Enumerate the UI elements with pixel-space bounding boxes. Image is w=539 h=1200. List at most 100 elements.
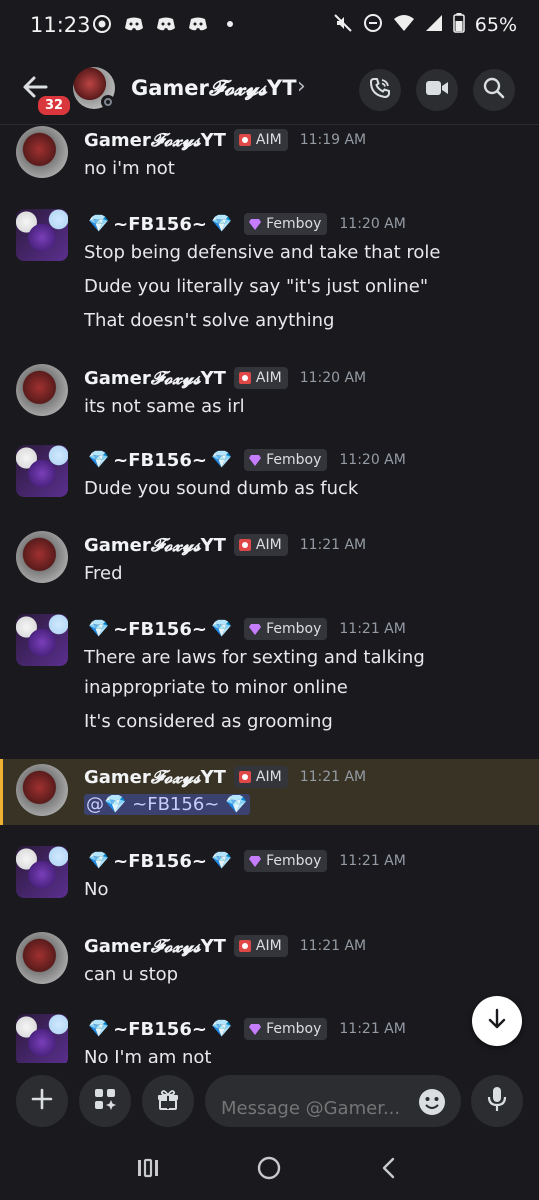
avatar[interactable]	[16, 614, 68, 666]
chevron-right-icon[interactable]: ›	[297, 74, 306, 99]
username[interactable]: Gamer𝓕𝓸𝔁𝔂𝓼YT	[84, 368, 226, 389]
role-tag[interactable]: Femboy	[244, 850, 328, 872]
message[interactable]: 💎 ~FB156~ 💎 Femboy 11:21 AM No I'm am no…	[0, 1014, 539, 1063]
role-tag[interactable]: AIM	[233, 935, 288, 957]
gem-icon: 💎	[88, 450, 110, 470]
message-text: That doesn't solve anything	[84, 310, 335, 331]
signal-icon	[425, 14, 443, 36]
avatar[interactable]	[16, 932, 68, 984]
gem-icon: 💎	[210, 851, 233, 871]
recents-icon	[136, 1157, 160, 1183]
channel-title[interactable]: Gamer𝓕𝓸𝔁𝔂𝓼YT	[131, 76, 297, 101]
username[interactable]: ~FB156~	[113, 450, 207, 471]
username[interactable]: ~FB156~	[113, 851, 207, 872]
message[interactable]: Gamer𝓕𝓸𝔁𝔂𝓼YT AIM 11:20 AM its not same a…	[0, 363, 539, 445]
message-header: Gamer𝓕𝓸𝔁𝔂𝓼YT AIM 11:20 AM	[84, 367, 366, 389]
voice-message-button[interactable]	[471, 1075, 523, 1127]
role-tag[interactable]: Femboy	[244, 213, 328, 235]
avatar[interactable]	[16, 846, 68, 898]
arrow-down-icon	[485, 1007, 509, 1035]
message[interactable]: Gamer𝓕𝓸𝔁𝔂𝓼YT AIM 11:21 AM can u stop	[0, 931, 539, 1015]
home-button[interactable]	[254, 1155, 284, 1185]
message[interactable]: 💎 ~FB156~ 💎 Femboy 11:20 AM Dude you sou…	[0, 445, 539, 529]
avatar[interactable]	[16, 126, 68, 178]
jump-to-bottom-button[interactable]	[472, 996, 522, 1046]
message-list[interactable]: Gamer𝓕𝓸𝔁𝔂𝓼YT AIM 11:19 AM no i'm not 💎 ~…	[0, 125, 539, 1063]
username[interactable]: Gamer𝓕𝓸𝔁𝔂𝓼YT	[84, 535, 226, 556]
system-nav-bar	[0, 1141, 539, 1200]
emoji-icon[interactable]	[418, 1088, 446, 1116]
role-tag[interactable]: Femboy	[244, 618, 328, 640]
message[interactable]: 💎 ~FB156~ 💎 Femboy 11:20 AM Stop being d…	[0, 209, 539, 363]
shield-icon	[238, 372, 251, 384]
message-text: Dude you literally say "it's just online…	[84, 276, 429, 297]
avatar[interactable]	[16, 209, 68, 261]
gem-icon: 💎	[88, 851, 110, 871]
apps-icon	[92, 1086, 118, 1116]
message-header: 💎 ~FB156~ 💎 Femboy 11:21 AM	[84, 850, 406, 872]
gem-icon: 💎	[210, 450, 233, 470]
gem-icon: 💎	[210, 1019, 233, 1039]
system-back-button[interactable]	[374, 1155, 404, 1185]
message[interactable]: 💎 ~FB156~ 💎 Femboy 11:21 AM No	[0, 846, 539, 930]
home-icon	[256, 1155, 282, 1185]
video-call-button[interactable]	[416, 69, 458, 111]
gift-button[interactable]	[142, 1075, 194, 1127]
message-text: No	[84, 879, 109, 900]
message[interactable]: Gamer𝓕𝓸𝔁𝔂𝓼YT AIM 11:21 AM Fred	[0, 530, 539, 614]
timestamp: 11:21 AM	[339, 621, 406, 637]
mute-icon	[333, 13, 353, 37]
discord-icon	[188, 14, 208, 34]
avatar[interactable]	[16, 445, 68, 497]
message-text: can u stop	[84, 964, 179, 985]
role-tag[interactable]: Femboy	[244, 1018, 328, 1040]
wifi-icon	[393, 14, 415, 36]
message-header: 💎 ~FB156~ 💎 Femboy 11:20 AM	[84, 213, 406, 235]
search-icon	[483, 77, 505, 103]
video-camera-icon	[425, 78, 449, 102]
username[interactable]: Gamer𝓕𝓸𝔁𝔂𝓼YT	[84, 767, 226, 788]
user-mention[interactable]: @💎 ~FB156~ 💎	[84, 794, 250, 815]
battery-icon	[453, 13, 465, 37]
role-tag[interactable]: AIM	[233, 766, 288, 788]
diamond-icon	[249, 624, 262, 635]
voice-call-button[interactable]	[359, 69, 401, 111]
avatar[interactable]	[16, 764, 68, 816]
message-composer	[0, 1063, 539, 1141]
username[interactable]: Gamer𝓕𝓸𝔁𝔂𝓼YT	[84, 130, 226, 151]
username[interactable]: ~FB156~	[113, 214, 207, 235]
timestamp: 11:21 AM	[299, 769, 367, 785]
message[interactable]: 💎 ~FB156~ 💎 Femboy 11:21 AM There are la…	[0, 614, 539, 757]
status-bar: 11:23 65%	[0, 0, 539, 52]
avatar[interactable]	[16, 364, 68, 416]
discord-icon	[124, 14, 144, 34]
message-highlighted[interactable]: Gamer𝓕𝓸𝔁𝔂𝓼YT AIM 11:21 AM @💎 ~FB156~ 💎	[0, 759, 539, 825]
role-tag[interactable]: Femboy	[244, 449, 328, 471]
message-text: No I'm am not	[84, 1047, 212, 1063]
apps-button[interactable]	[79, 1075, 131, 1127]
message[interactable]: Gamer𝓕𝓸𝔁𝔂𝓼YT AIM 11:19 AM no i'm not	[0, 125, 539, 209]
chat-header: 32 Gamer𝓕𝓸𝔁𝔂𝓼YT ›	[0, 52, 539, 125]
message-text: Fred	[84, 563, 123, 584]
diamond-icon	[249, 455, 262, 466]
attach-button[interactable]	[16, 1075, 68, 1127]
search-button[interactable]	[473, 69, 515, 111]
username[interactable]: Gamer𝓕𝓸𝔁𝔂𝓼YT	[84, 936, 226, 957]
unread-badge: 32	[35, 93, 74, 118]
message-text: its not same as irl	[84, 396, 245, 417]
message-text: It's considered as grooming	[84, 711, 333, 732]
message-header: 💎 ~FB156~ 💎 Femboy 11:20 AM	[84, 449, 406, 471]
diamond-icon	[249, 856, 262, 867]
role-tag[interactable]: AIM	[233, 534, 288, 556]
avatar[interactable]	[16, 531, 68, 583]
message-header: Gamer𝓕𝓸𝔁𝔂𝓼YT AIM 11:19 AM	[84, 129, 366, 151]
gem-icon: 💎	[88, 619, 110, 639]
role-tag[interactable]: AIM	[233, 129, 288, 151]
title-prefix: Gamer	[131, 76, 209, 100]
username[interactable]: ~FB156~	[113, 619, 207, 640]
avatar[interactable]	[16, 1014, 68, 1063]
username[interactable]: ~FB156~	[113, 1019, 207, 1040]
recents-button[interactable]	[133, 1155, 163, 1185]
message-header: 💎 ~FB156~ 💎 Femboy 11:21 AM	[84, 618, 406, 640]
role-tag[interactable]: AIM	[233, 367, 288, 389]
